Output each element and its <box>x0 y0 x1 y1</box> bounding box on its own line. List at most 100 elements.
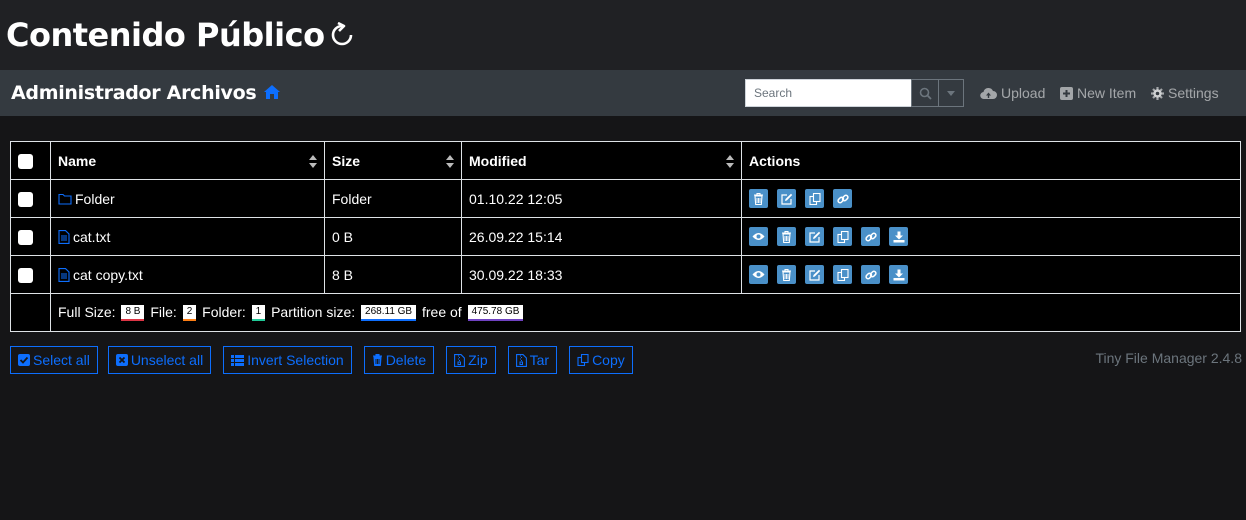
select-all-header <box>10 141 51 180</box>
upload-link[interactable]: Upload <box>980 85 1045 101</box>
sort-icon <box>726 154 734 168</box>
check-square-icon <box>18 354 30 366</box>
trash-icon <box>372 354 382 366</box>
trash-icon <box>782 230 791 243</box>
download-button[interactable] <box>889 265 908 284</box>
copy-icon <box>808 192 821 205</box>
eye-icon <box>752 233 765 240</box>
size-header-label: Size <box>332 152 361 169</box>
search-input[interactable] <box>745 79 911 107</box>
refresh-icon[interactable] <box>329 22 355 48</box>
home-icon[interactable] <box>263 84 281 105</box>
search-button[interactable] <box>911 79 939 107</box>
copy-selected-button[interactable]: Copy <box>569 346 633 374</box>
link-icon <box>864 270 877 279</box>
search-icon <box>919 87 932 100</box>
download-icon <box>893 231 904 242</box>
folder-link[interactable]: Folder <box>58 191 317 207</box>
full-size-badge: 8 B <box>121 305 145 322</box>
edit-icon <box>780 193 792 205</box>
file-text-icon <box>58 267 70 282</box>
brand[interactable]: Administrador Archivos <box>11 82 257 104</box>
delete-selected-button[interactable]: Delete <box>363 346 435 374</box>
bulk-actions-bar: Select all Unselect all Invert Selection… <box>10 346 633 374</box>
settings-link[interactable]: Settings <box>1151 85 1219 101</box>
total-size-badge: 475.78 GB <box>467 305 524 322</box>
full-size-label: Full Size: <box>58 303 116 320</box>
select-all-label: Select all <box>33 352 90 368</box>
modified-cell: 26.09.22 15:14 <box>461 217 742 256</box>
name-column-header[interactable]: Name <box>50 141 325 180</box>
size-column-header[interactable]: Size <box>324 141 462 180</box>
copy-icon <box>577 354 589 366</box>
summary-row: Full Size: 8 B File: 2 Folder: 1 Partiti… <box>10 293 1241 332</box>
row-checkbox[interactable] <box>18 267 33 283</box>
name-cell: cat copy.txt <box>50 255 325 294</box>
name-header-label: Name <box>58 152 97 169</box>
direct-link-button[interactable] <box>833 189 852 208</box>
delete-button[interactable] <box>777 227 796 246</box>
select-all-checkbox[interactable] <box>18 153 33 169</box>
zip-button[interactable]: Zip <box>446 346 496 374</box>
rename-button[interactable] <box>805 227 824 246</box>
select-all-button[interactable]: Select all <box>10 346 98 374</box>
size-cell: 8 B <box>324 255 462 294</box>
file-count-label: File: <box>150 303 177 320</box>
copy-icon <box>836 268 849 281</box>
direct-link-button[interactable] <box>861 265 880 284</box>
table-row: Folder Folder 01.10.22 12:05 <box>10 179 1241 218</box>
summary-cell: Full Size: 8 B File: 2 Folder: 1 Partiti… <box>50 293 1241 332</box>
size-cell: 0 B <box>324 217 462 256</box>
sort-icon <box>309 154 317 168</box>
modified-cell: 01.10.22 12:05 <box>461 179 742 218</box>
file-count-badge: 2 <box>182 305 197 322</box>
summary-spacer <box>10 293 51 332</box>
direct-link-button[interactable] <box>861 227 880 246</box>
preview-button[interactable] <box>749 265 768 284</box>
download-button[interactable] <box>889 227 908 246</box>
download-icon <box>893 269 904 280</box>
zip-label: Zip <box>468 352 488 368</box>
trash-icon <box>782 268 791 281</box>
partition-size-badge: 268.11 GB <box>361 305 417 322</box>
eye-icon <box>752 271 765 278</box>
delete-button[interactable] <box>777 265 796 284</box>
file-link[interactable]: cat.txt <box>58 229 317 245</box>
free-of-label: free of <box>422 303 462 320</box>
copy-button[interactable] <box>833 265 852 284</box>
new-item-label: New Item <box>1077 85 1137 101</box>
file-name: cat.txt <box>73 228 111 245</box>
row-checkbox[interactable] <box>18 229 33 245</box>
unselect-all-label: Unselect all <box>130 352 204 368</box>
link-icon <box>836 194 849 203</box>
search-dropdown-button[interactable] <box>939 79 964 107</box>
invert-selection-button[interactable]: Invert Selection <box>223 346 352 374</box>
gear-icon <box>1151 86 1164 100</box>
unselect-all-button[interactable]: Unselect all <box>107 346 212 374</box>
file-table: Name Size Modified Actions Folder Folder… <box>10 141 1241 332</box>
tar-label: Tar <box>529 352 550 368</box>
row-select-cell <box>10 179 51 218</box>
file-link[interactable]: cat copy.txt <box>58 267 317 283</box>
list-icon <box>231 354 245 366</box>
modified-column-header[interactable]: Modified <box>461 141 742 180</box>
copy-button[interactable] <box>805 189 824 208</box>
delete-button[interactable] <box>749 189 768 208</box>
page-header: Contenido Público <box>0 0 1246 70</box>
new-item-link[interactable]: New Item <box>1060 85 1136 101</box>
tar-button[interactable]: Tar <box>507 346 558 374</box>
rename-button[interactable] <box>777 189 796 208</box>
file-zip-icon <box>454 353 466 367</box>
copy-selected-label: Copy <box>592 352 625 368</box>
navbar: Administrador Archivos Upload <box>0 70 1246 116</box>
copy-icon <box>836 230 849 243</box>
row-select-cell <box>10 255 51 294</box>
name-cell: Folder <box>50 179 325 218</box>
actions-column-header: Actions <box>741 141 1241 180</box>
rename-button[interactable] <box>805 265 824 284</box>
row-checkbox[interactable] <box>18 191 33 207</box>
row-select-cell <box>10 217 51 256</box>
copy-button[interactable] <box>833 227 852 246</box>
preview-button[interactable] <box>749 227 768 246</box>
version-text: Tiny File Manager 2.4.8 <box>1095 350 1242 366</box>
